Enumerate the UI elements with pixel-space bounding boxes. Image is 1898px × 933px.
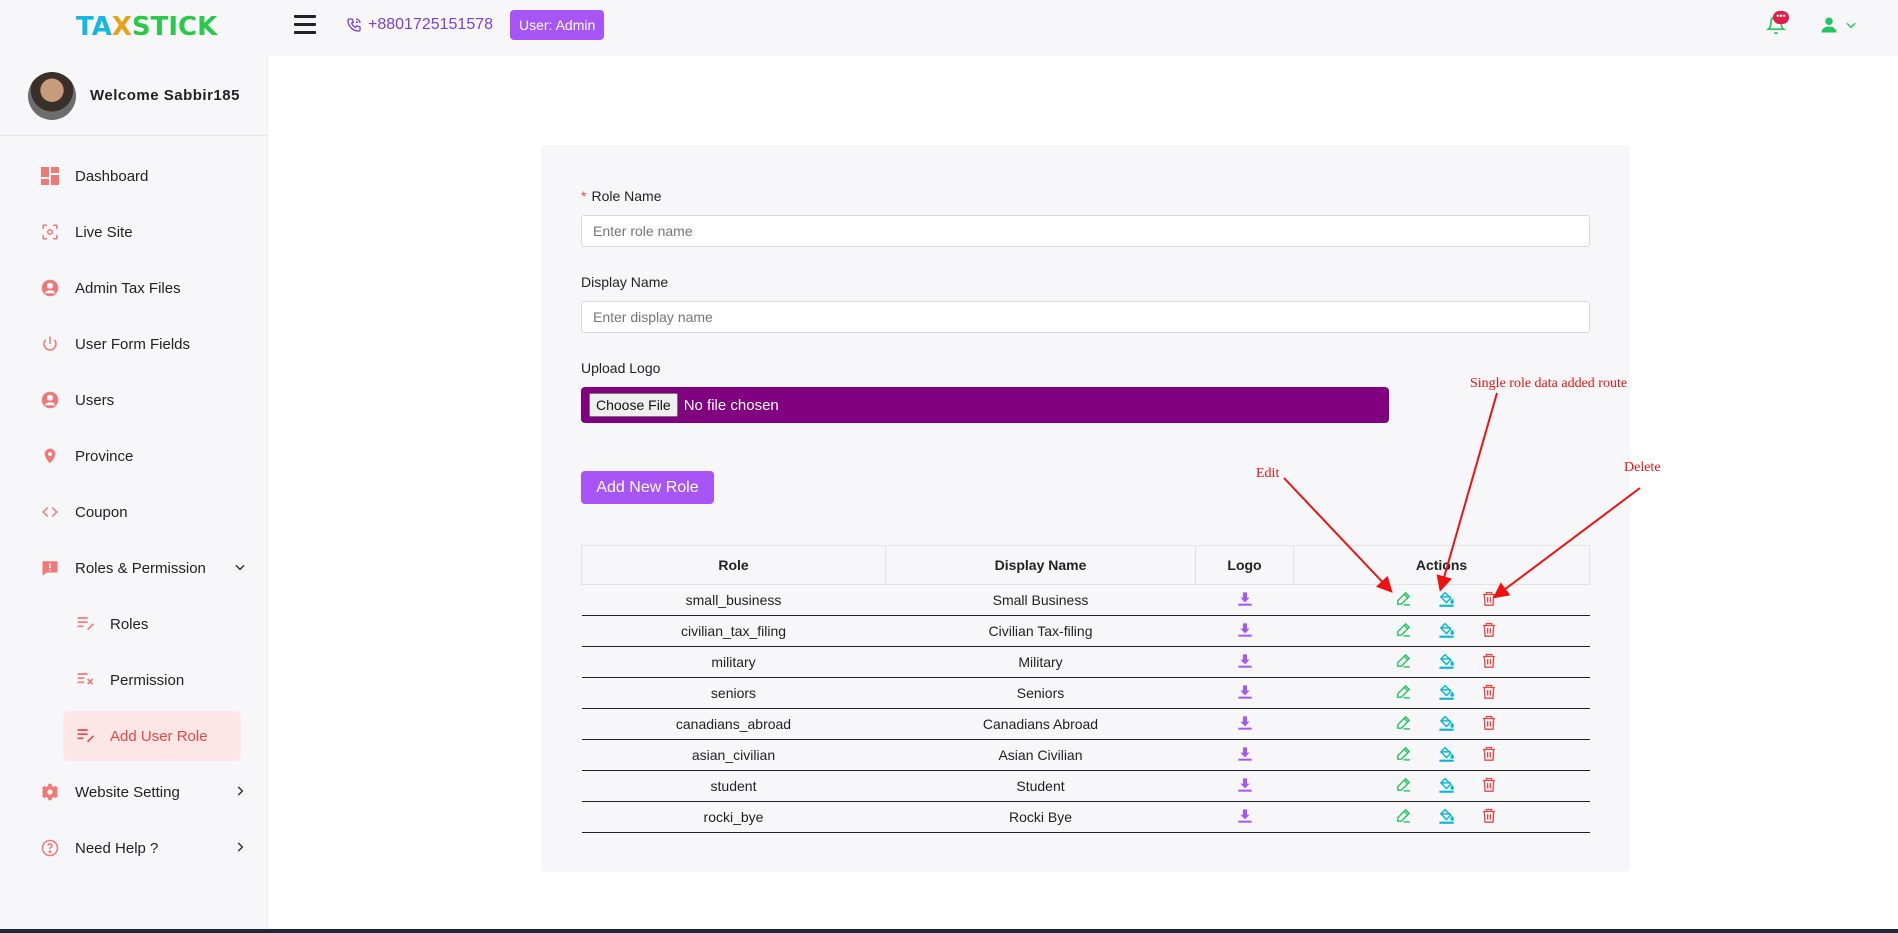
arrow-to-route (1436, 392, 1498, 592)
arrow-to-edit (1283, 477, 1393, 593)
annotation-arrows (1283, 392, 1641, 599)
arrow-to-delete (1492, 487, 1641, 599)
bottom-strip (0, 929, 1898, 933)
